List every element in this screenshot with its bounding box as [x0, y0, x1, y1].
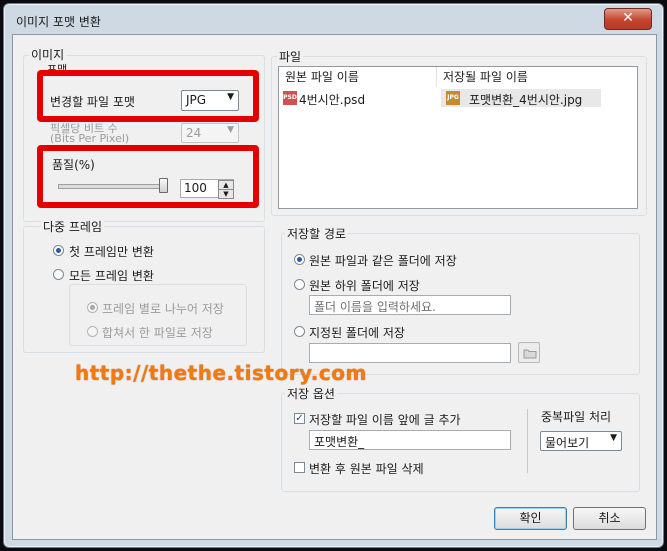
table-row[interactable]: PSD 4번시안.psd JPG 포맷변환_4번시안.jpg [283, 89, 601, 107]
file-list[interactable]: 원본 파일 이름 저장될 파일 이름 PSD 4번시안.psd JPG 포맷변환… [278, 66, 638, 209]
psd-file-icon: PSD [283, 91, 297, 105]
split-per-frame-radio[interactable] [87, 302, 98, 313]
column-header-target-label: 저장될 파일 이름 [443, 70, 528, 84]
first-frame-only-radio[interactable] [53, 245, 64, 256]
duplicate-select[interactable]: 물어보기 ▼ [540, 431, 622, 451]
specified-folder-input[interactable] [309, 343, 511, 363]
dialog-client-area: 이미지 포맷 변경할 파일 포맷 JPG ▼ 픽셀당 비트 수 (Bits Pe… [12, 34, 657, 540]
same-folder-radio[interactable] [294, 254, 305, 265]
multi-frame-group-label: 다중 프레임 [41, 218, 105, 235]
chevron-down-icon: ▼ [227, 125, 234, 135]
specified-folder-label[interactable]: 지정된 폴더에 저장 [309, 324, 405, 341]
close-icon: ✕ [622, 10, 634, 26]
file-group-label: 파일 [277, 48, 304, 65]
quality-highlight-box [37, 145, 259, 208]
save-path-group-label: 저장할 경로 [285, 225, 349, 242]
bits-per-pixel-select[interactable]: 24 ▼ [181, 123, 239, 143]
prefix-value: 포맷변환_ [314, 435, 365, 449]
column-header-source-label: 원본 파일 이름 [285, 70, 359, 84]
source-file-name: 4번시안.psd [299, 93, 366, 107]
jpg-file-icon: JPG [446, 91, 460, 105]
duplicate-label: 중복파일 처리 [541, 410, 612, 424]
sub-folder-radio[interactable] [294, 279, 305, 290]
same-folder-label[interactable]: 원본 파일과 같은 폴더에 저장 [309, 252, 457, 269]
sub-folder-placeholder: 폴더 이름을 입력하세요. [314, 300, 436, 314]
prefix-checkbox[interactable]: ✓ [294, 413, 305, 424]
sub-folder-label[interactable]: 원본 하위 폴더에 저장 [309, 277, 420, 294]
close-button[interactable]: ✕ [604, 8, 652, 30]
browse-folder-button[interactable] [518, 342, 540, 363]
watermark-url: http://thethe.tistory.com [75, 361, 367, 385]
duplicate-select-value: 물어보기 [545, 436, 590, 450]
dialog-window: 이미지 포맷 변환 ✕ 이미지 포맷 변경할 파일 포맷 JPG ▼ 픽셀당 비… [3, 3, 664, 548]
column-header-target[interactable]: 저장될 파일 이름 [437, 67, 637, 87]
ok-button[interactable]: 확인 [494, 507, 567, 530]
format-highlight-box [37, 70, 259, 122]
specified-folder-radio[interactable] [294, 326, 305, 337]
bits-per-pixel-sub-label: (Bits Per Pixel) [50, 132, 130, 145]
prefix-checkbox-label[interactable]: 저장할 파일 이름 앞에 글 추가 [309, 411, 461, 428]
delete-original-checkbox[interactable] [294, 462, 305, 473]
all-frames-radio[interactable] [53, 269, 64, 280]
sub-folder-input[interactable]: 폴더 이름을 입력하세요. [309, 295, 511, 315]
cancel-button-label: 취소 [598, 511, 621, 525]
merge-one-file-radio[interactable] [87, 326, 98, 337]
target-file-name: 포맷변환_4번시안.jpg [469, 93, 583, 107]
save-options-group-label: 저장 옵션 [285, 385, 337, 402]
ok-button-label: 확인 [519, 511, 542, 525]
title-bar[interactable]: 이미지 포맷 변환 ✕ [4, 4, 663, 32]
column-header-source[interactable]: 원본 파일 이름 [279, 67, 437, 87]
options-divider [527, 409, 528, 473]
bits-per-pixel-value: 24 [186, 126, 202, 140]
delete-original-label[interactable]: 변환 후 원본 파일 삭제 [309, 460, 424, 477]
chevron-down-icon: ▼ [610, 433, 617, 443]
merge-one-file-label[interactable]: 합쳐서 한 파일로 저장 [102, 324, 213, 341]
folder-icon [523, 349, 537, 359]
prefix-input[interactable]: 포맷변환_ [309, 430, 511, 450]
all-frames-label[interactable]: 모든 프레임 변환 [69, 267, 154, 284]
cancel-button[interactable]: 취소 [573, 507, 646, 530]
window-title: 이미지 포맷 변환 [16, 15, 101, 29]
split-per-frame-label[interactable]: 프레임 별로 나누어 저장 [102, 300, 224, 317]
first-frame-only-label[interactable]: 첫 프레임만 변환 [69, 243, 154, 260]
